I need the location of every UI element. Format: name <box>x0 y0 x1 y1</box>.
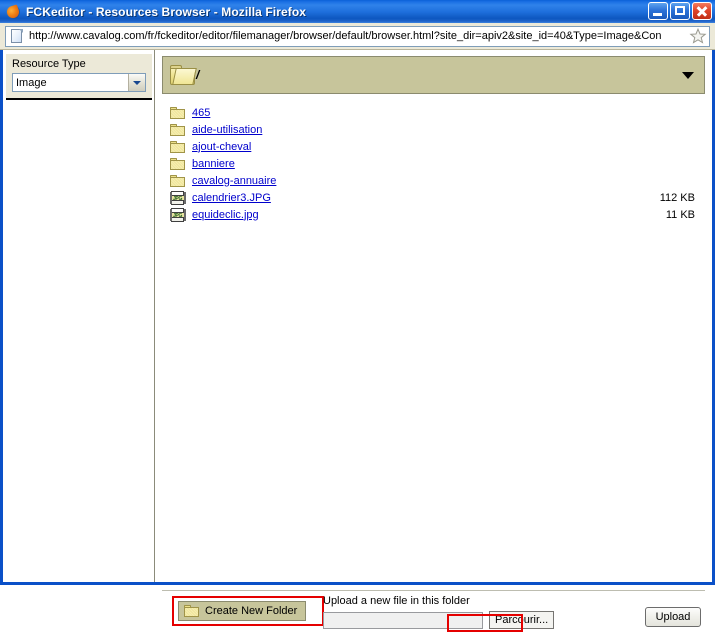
browse-button[interactable]: Parcourir... <box>489 611 555 629</box>
list-item-size: 11 KB <box>665 208 695 221</box>
maximize-button[interactable] <box>670 2 690 20</box>
minimize-button[interactable] <box>648 2 668 20</box>
list-item[interactable]: 465 <box>162 104 705 121</box>
bottom-toolbar-inner: Create New Folder Upload a new file in t… <box>162 590 705 632</box>
window-title: FCKeditor - Resources Browser - Mozilla … <box>26 4 307 19</box>
folder-icon <box>184 604 200 618</box>
upload-controls: Parcourir... <box>323 611 558 629</box>
list-item-name[interactable]: calendrier3.JPG <box>192 192 271 204</box>
upload-button[interactable]: Upload <box>645 607 701 627</box>
title-bar-left: FCKeditor - Resources Browser - Mozilla … <box>5 3 306 20</box>
chevron-down-icon[interactable] <box>128 74 145 91</box>
list-item-name[interactable]: 465 <box>192 107 210 119</box>
folder-icon <box>169 63 197 87</box>
jpg-file-icon: JPG <box>170 207 186 222</box>
list-item-name[interactable]: ajout-cheval <box>192 141 251 153</box>
folder-icon <box>170 174 186 188</box>
create-new-folder-button[interactable]: Create New Folder <box>178 601 307 621</box>
bottom-toolbar: Create New Folder Upload a new file in t… <box>162 590 705 632</box>
resource-type-label: Resource Type <box>12 58 86 70</box>
folder-path-bar[interactable]: / <box>162 56 705 94</box>
title-bar: FCKeditor - Resources Browser - Mozilla … <box>0 0 715 23</box>
page-icon <box>9 28 25 45</box>
list-item[interactable]: ajout-cheval <box>162 138 705 155</box>
browser-window: FCKeditor - Resources Browser - Mozilla … <box>0 0 715 632</box>
address-bar: http://www.cavalog.com/fr/fckeditor/edit… <box>0 23 715 50</box>
folder-icon <box>170 106 186 120</box>
upload-section: Upload a new file in this folder Parcour… <box>323 595 558 629</box>
list-item[interactable]: aide-utilisation <box>162 121 705 138</box>
url-input[interactable]: http://www.cavalog.com/fr/fckeditor/edit… <box>5 25 710 47</box>
list-item[interactable]: cavalog-annuaire <box>162 172 705 189</box>
resource-type-value: Image <box>16 76 47 89</box>
sidebar: Resource Type Image <box>3 50 155 582</box>
list-item-name[interactable]: banniere <box>192 158 235 170</box>
create-new-folder-label: Create New Folder <box>205 605 298 617</box>
file-list: 465 aide-utilisation ajout-cheval bannie… <box>162 104 705 534</box>
jpg-file-icon-label: JPG <box>171 194 184 202</box>
list-item-size: 112 KB <box>659 191 695 204</box>
resource-type-select[interactable]: Image <box>12 73 146 92</box>
upload-section-label: Upload a new file in this folder <box>323 595 470 607</box>
firefox-icon <box>5 3 21 20</box>
list-item-name[interactable]: cavalog-annuaire <box>192 175 276 187</box>
list-item-name[interactable]: equideclic.jpg <box>192 209 259 221</box>
folder-icon <box>170 123 186 137</box>
jpg-file-icon: JPG <box>170 190 186 205</box>
folder-path-bar-wrapper: / <box>162 56 705 94</box>
url-text: http://www.cavalog.com/fr/fckeditor/edit… <box>29 29 662 42</box>
list-item-name[interactable]: aide-utilisation <box>192 124 262 136</box>
list-item[interactable]: JPG equideclic.jpg 11 KB <box>162 206 705 223</box>
upload-file-input[interactable] <box>323 611 483 629</box>
chevron-down-icon[interactable] <box>682 72 694 79</box>
main-panel: / 465 aide-utilisation ajout-cheval bann… <box>156 50 712 632</box>
jpg-file-icon-label: JPG <box>171 211 184 219</box>
star-icon[interactable] <box>689 27 707 45</box>
folder-icon <box>170 157 186 171</box>
window-controls <box>648 2 712 20</box>
list-item[interactable]: JPG calendrier3.JPG 112 KB <box>162 189 705 206</box>
resource-type-panel: Resource Type Image <box>6 54 152 100</box>
list-item[interactable]: banniere <box>162 155 705 172</box>
folder-icon <box>170 140 186 154</box>
close-button[interactable] <box>692 2 712 20</box>
content-area: Resource Type Image / 465 aide-utilisati… <box>3 50 712 632</box>
